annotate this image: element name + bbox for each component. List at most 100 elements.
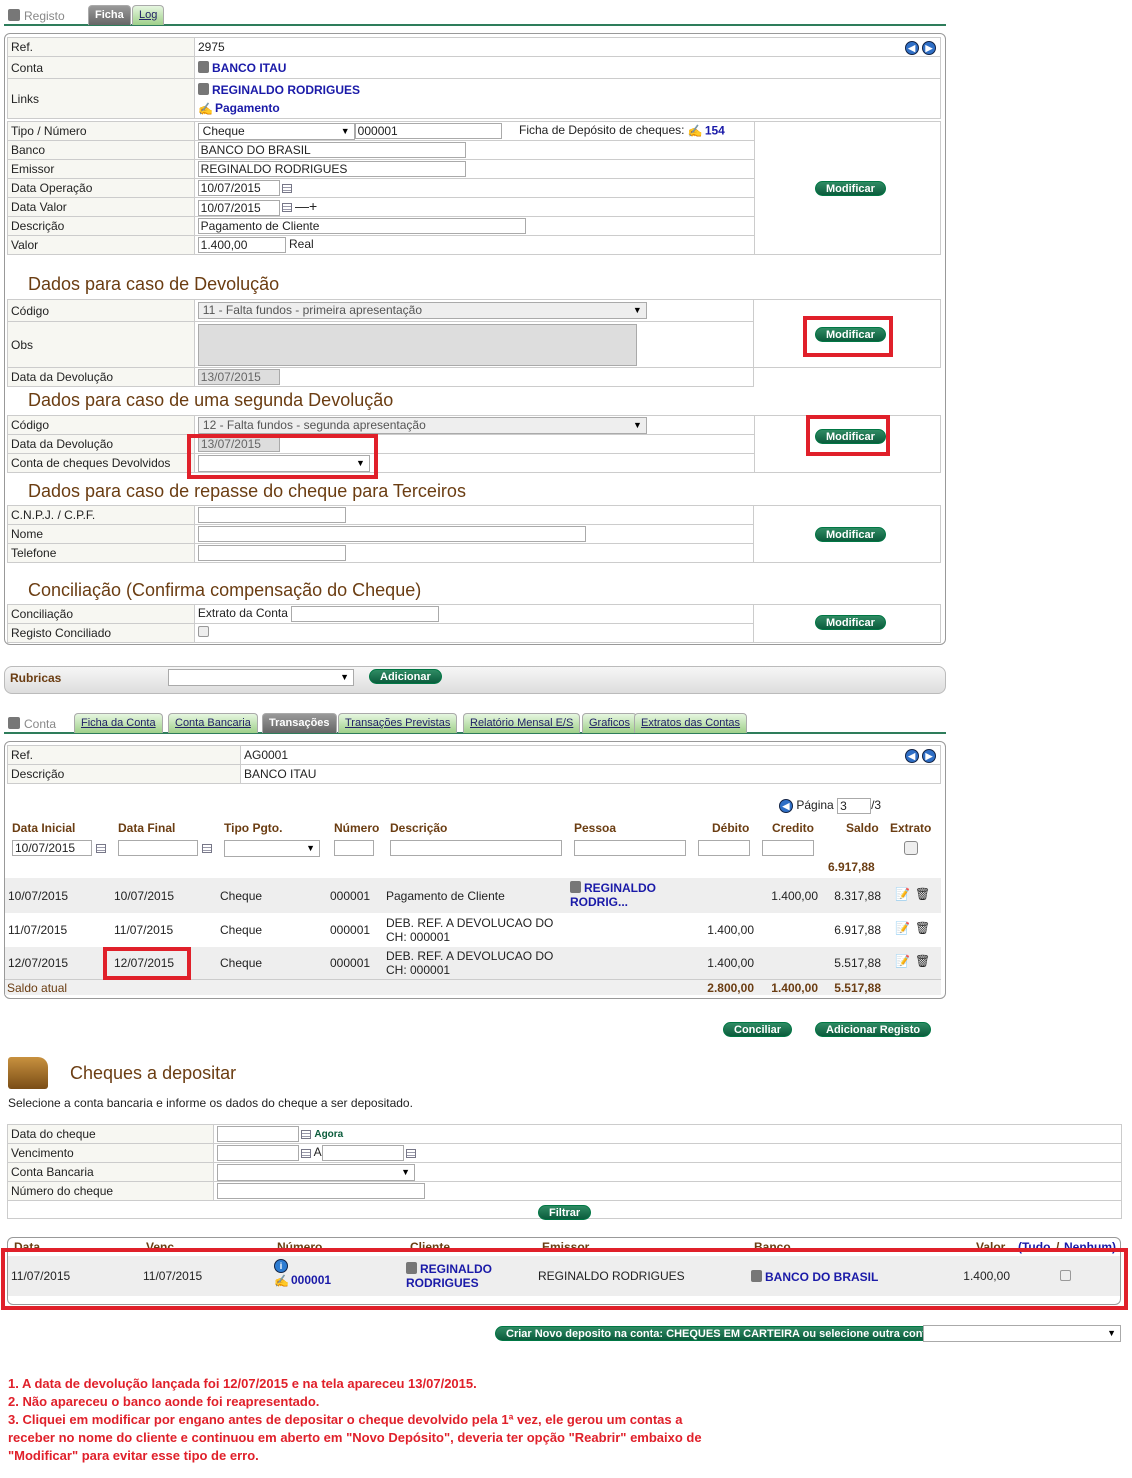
note-2: 2. Não apareceu o banco aonde foi reapre… — [8, 1394, 320, 1409]
calendar-icon[interactable] — [281, 183, 292, 193]
conta-desc-label: Descrição — [7, 764, 241, 784]
vencimento-ate-input[interactable] — [321, 1145, 404, 1161]
data-devolucao2-label: Data da Devolução — [7, 434, 195, 454]
extrato-filter-icon[interactable] — [904, 841, 918, 855]
tab-ficha-conta[interactable]: Ficha da Conta — [74, 713, 163, 733]
tab-graficos[interactable]: Graficos — [582, 713, 637, 733]
pessoa-link[interactable]: REGINALDO — [584, 881, 656, 895]
delete-icon[interactable]: 🗑 — [915, 887, 930, 901]
filter-data-final[interactable] — [118, 840, 198, 856]
cheques-title: Cheques a depositar — [70, 1063, 237, 1083]
codigo2-select[interactable]: 12 - Falta fundos - segunda apresentação — [197, 416, 647, 434]
next-record-icon[interactable]: ▶ — [922, 749, 936, 763]
filter-debito[interactable] — [698, 840, 750, 856]
conciliar-button[interactable]: Conciliar — [723, 1022, 793, 1037]
extrato-label: Extrato da Conta — [197, 606, 288, 621]
modificar-registo-button[interactable]: Modificar — [815, 181, 886, 196]
descricao-input[interactable]: Pagamento de Cliente — [197, 218, 526, 234]
filtrar-button[interactable]: Filtrar — [538, 1205, 592, 1220]
delete-icon[interactable]: 🗑 — [915, 954, 930, 968]
conta-ref-label: Ref. — [7, 745, 241, 765]
cnpj-input[interactable] — [197, 507, 346, 523]
vencimento-de-input[interactable] — [217, 1145, 299, 1161]
col-data-final: Data Final — [118, 821, 176, 835]
link-cliente[interactable]: REGINALDO RODRIGUES — [212, 83, 360, 97]
tipo-select[interactable]: Cheque — [197, 122, 355, 140]
conta-bancaria-label: Conta Bancaria — [7, 1162, 214, 1182]
link-pagamento[interactable]: Pagamento — [215, 101, 280, 115]
agora-link[interactable]: Agora — [314, 1129, 343, 1140]
edit-icon[interactable]: 📝 — [895, 887, 910, 901]
data-cheque-input[interactable] — [217, 1126, 299, 1142]
numero-cheque-input[interactable] — [217, 1183, 425, 1199]
calendar-icon[interactable] — [301, 1129, 311, 1139]
filter-tipo-select[interactable] — [224, 840, 320, 857]
pagina-input[interactable]: 3 — [837, 798, 872, 814]
conta-deposito-select[interactable] — [923, 1325, 1121, 1342]
table-row: 11/07/2015 11/07/2015 Cheque 000001 DEB.… — [5, 913, 941, 947]
data-op-input[interactable]: 10/07/2015 — [197, 180, 280, 196]
conta-link[interactable]: BANCO ITAU — [212, 61, 286, 75]
codigo-select[interactable]: 11 - Falta fundos - primeira apresentaçã… — [197, 302, 647, 319]
modificar-conciliacao-button[interactable]: Modificar — [815, 615, 886, 630]
tab-ficha[interactable]: Ficha — [88, 5, 131, 25]
edit-icon[interactable]: 📝 — [895, 921, 910, 935]
conta-tab-title[interactable]: Conta — [8, 717, 56, 731]
telefone-label: Telefone — [7, 543, 195, 563]
filter-numero[interactable] — [334, 840, 374, 856]
banco-input[interactable]: BANCO DO BRASIL — [197, 142, 466, 158]
conta-devolvidos-label: Conta de cheques Devolvidos — [7, 453, 195, 473]
plus-icon[interactable]: + — [309, 198, 317, 214]
ref-label: Ref. — [7, 37, 195, 57]
calendar-icon[interactable] — [96, 844, 106, 853]
numero-input[interactable]: 000001 — [354, 123, 502, 139]
tab-log[interactable]: Log — [132, 5, 165, 25]
extrato-input[interactable] — [291, 606, 440, 622]
calendar-icon[interactable] — [281, 203, 292, 213]
descricao-label: Descrição — [7, 216, 195, 236]
filter-data-inicial[interactable]: 10/07/2015 — [12, 840, 92, 856]
tipo-label: Tipo / Número — [7, 121, 195, 141]
calendar-icon[interactable] — [301, 1148, 311, 1158]
saldo-row: Saldo atual 2.800,00 1.400,00 5.517,88 — [5, 979, 941, 995]
adicionar-rubrica-button[interactable]: Adicionar — [369, 669, 442, 684]
valor-input[interactable]: 1.400,00 — [197, 237, 286, 253]
prev-page-icon[interactable]: ◀ — [779, 799, 793, 814]
tab-extratos[interactable]: Extratos das Contas — [634, 713, 748, 733]
data-valor-input[interactable]: 10/07/2015 — [197, 199, 280, 216]
conta-bancaria-select[interactable] — [217, 1163, 415, 1181]
ficha-dep-link[interactable]: 154 — [705, 123, 725, 137]
data-devolucao-input[interactable]: 13/07/2015 — [197, 369, 280, 385]
prev-record-icon[interactable]: ◀ — [904, 749, 919, 763]
tab-transacoes-previstas[interactable]: Transações Previstas — [338, 713, 458, 733]
devolucao2-title: Dados para caso de uma segunda Devolução — [28, 390, 394, 410]
tab-conta-bancaria[interactable]: Conta Bancaria — [168, 713, 258, 733]
ref-value: 2975 — [198, 40, 225, 54]
filter-pessoa[interactable] — [574, 840, 686, 856]
modificar-repasse-button[interactable]: Modificar — [815, 527, 886, 542]
rubricas-select[interactable] — [168, 669, 354, 686]
devolucao-table: Código 11 - Falta fundos - primeira apre… — [7, 299, 941, 387]
pagination: ◀ Página 3/3 — [779, 798, 881, 814]
edit-icon[interactable]: 📝 — [895, 954, 910, 968]
conciliacao-table: Conciliação Extrato da Conta Registo Conc… — [7, 604, 941, 643]
filter-credito[interactable] — [762, 840, 814, 856]
calendar-icon[interactable] — [405, 1148, 416, 1158]
nome-input[interactable] — [197, 526, 586, 542]
filter-descricao[interactable] — [390, 840, 562, 856]
calendar-icon[interactable] — [202, 844, 212, 853]
criar-deposito-button[interactable]: Criar Novo deposito na conta: CHEQUES EM… — [495, 1326, 944, 1341]
tab-relatorio[interactable]: Relatório Mensal E/S — [463, 713, 581, 733]
telefone-input[interactable] — [197, 545, 346, 561]
tab-transacoes[interactable]: Transações — [262, 713, 337, 733]
next-record-icon[interactable]: ▶ — [922, 41, 936, 55]
adicionar-registo-button[interactable]: Adicionar Registo — [815, 1022, 932, 1037]
registo-conciliado-checkbox[interactable] — [197, 626, 209, 637]
rubricas-bar: Rubricas Adicionar — [4, 666, 946, 694]
prev-record-icon[interactable]: ◀ — [904, 41, 919, 55]
obs-textarea[interactable] — [197, 323, 637, 366]
delete-icon[interactable]: 🗑 — [915, 921, 930, 935]
emissor-input[interactable]: REGINALDO RODRIGUES — [197, 161, 466, 177]
minus-icon[interactable]: — — [295, 198, 309, 214]
registo-tab-title[interactable]: Registo — [8, 9, 65, 23]
